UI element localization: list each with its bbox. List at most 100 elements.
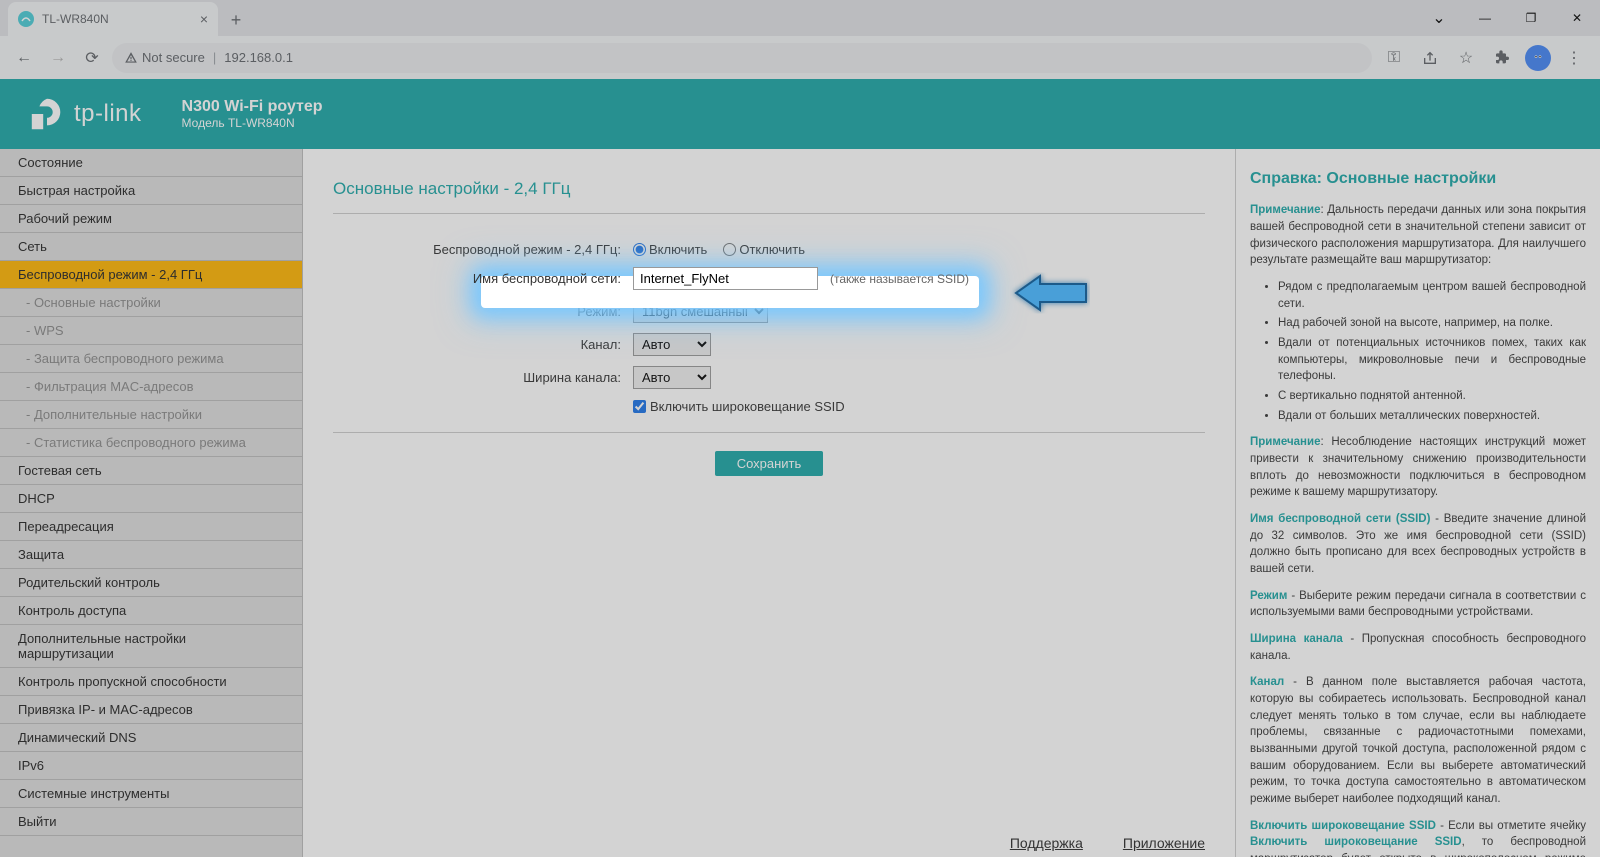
maximize-button[interactable]: ❐: [1508, 2, 1554, 34]
footer-links: Поддержка Приложение: [1010, 835, 1205, 851]
minimize-button[interactable]: —: [1462, 2, 1508, 34]
sidebar-item[interactable]: Рабочий режим: [0, 205, 302, 233]
help-ssid: Имя беспроводной сети (SSID) - Введите з…: [1250, 511, 1586, 578]
help-channel: Канал - В данном поле выставляется рабоч…: [1250, 674, 1586, 807]
support-link[interactable]: Поддержка: [1010, 835, 1083, 851]
help-tip-item: С вертикально поднятой антенной.: [1278, 388, 1586, 405]
sidebar-item[interactable]: - Дополнительные настройки: [0, 401, 302, 429]
sidebar-item[interactable]: Переадресация: [0, 513, 302, 541]
label-wireless-mode: Беспроводной режим - 2,4 ГГц:: [333, 242, 633, 257]
sidebar-item[interactable]: Дополнительные настройки маршрутизации: [0, 625, 302, 668]
sidebar-item[interactable]: Беспроводной режим - 2,4 ГГц: [0, 261, 302, 289]
help-tips-list: Рядом с предполагаемым центром вашей бес…: [1250, 279, 1586, 424]
app-link[interactable]: Приложение: [1123, 835, 1205, 851]
sidebar: СостояниеБыстрая настройкаРабочий режимС…: [0, 149, 303, 857]
tab-title: TL-WR840N: [42, 12, 109, 26]
help-tip-item: Вдали от потенциальных источников помех,…: [1278, 335, 1586, 385]
menu-icon[interactable]: ⋮: [1558, 42, 1590, 74]
divider: [333, 213, 1205, 214]
not-secure-badge: Not secure: [124, 50, 205, 65]
header-title: N300 Wi-Fi роутер Модель TL-WR840N: [182, 98, 323, 130]
sidebar-item[interactable]: - Фильтрация MAC-адресов: [0, 373, 302, 401]
help-tip-item: Вдали от больших металлических поверхнос…: [1278, 408, 1586, 425]
label-ssid: Имя беспроводной сети:: [333, 271, 633, 286]
warning-icon: [124, 51, 138, 65]
forward-button[interactable]: →: [44, 44, 72, 72]
help-tip-item: Рядом с предполагаемым центром вашей бес…: [1278, 279, 1586, 312]
label-channel: Канал:: [333, 337, 633, 352]
chevron-down-icon[interactable]: ⌄: [1416, 2, 1462, 34]
width-select[interactable]: Авто: [633, 366, 711, 389]
sidebar-item[interactable]: - Статистика беспроводного режима: [0, 429, 302, 457]
key-icon[interactable]: ⚿: [1378, 42, 1410, 74]
help-width: Ширина канала - Пропускная способность б…: [1250, 631, 1586, 664]
row-channel: Канал: Авто: [333, 333, 1205, 356]
sidebar-item[interactable]: Контроль пропускной способности: [0, 668, 302, 696]
help-bcast: Включить широковещание SSID - Если вы от…: [1250, 818, 1586, 857]
help-panel: Справка: Основные настройки Примечание: …: [1235, 149, 1600, 857]
divider: [333, 432, 1205, 433]
logo: tp-link: [28, 95, 142, 133]
channel-select[interactable]: Авто: [633, 333, 711, 356]
broadcast-checkbox[interactable]: Включить широковещание SSID: [633, 399, 845, 414]
share-icon[interactable]: [1414, 42, 1446, 74]
help-tip-item: Над рабочей зоной на высоте, например, н…: [1278, 315, 1586, 332]
close-icon[interactable]: ×: [200, 11, 208, 27]
sidebar-item[interactable]: Защита: [0, 541, 302, 569]
sidebar-item[interactable]: Выйти: [0, 808, 302, 836]
sidebar-item[interactable]: Системные инструменты: [0, 780, 302, 808]
router-header: tp-link N300 Wi-Fi роутер Модель TL-WR84…: [0, 79, 1600, 149]
window-controls: ⌄ — ❐ ✕: [1416, 0, 1600, 36]
star-icon[interactable]: ☆: [1450, 42, 1482, 74]
help-note2: Примечание: Несоблюдение настоящих инстр…: [1250, 434, 1586, 501]
product-title: N300 Wi-Fi роутер: [182, 98, 323, 116]
sidebar-item[interactable]: Привязка IP- и MAC-адресов: [0, 696, 302, 724]
label-mode: Режим:: [333, 304, 633, 319]
row-width: Ширина канала: Авто: [333, 366, 1205, 389]
close-window-button[interactable]: ✕: [1554, 2, 1600, 34]
row-wireless-mode: Беспроводной режим - 2,4 ГГц: Включить О…: [333, 242, 1205, 257]
sidebar-item[interactable]: DHCP: [0, 485, 302, 513]
url-input[interactable]: Not secure | 192.168.0.1: [112, 43, 1372, 73]
page-title: Основные настройки - 2,4 ГГц: [333, 179, 1205, 199]
sidebar-item[interactable]: Динамический DNS: [0, 724, 302, 752]
sidebar-item[interactable]: - WPS: [0, 317, 302, 345]
main-area: СостояниеБыстрая настройкаРабочий режимС…: [0, 149, 1600, 857]
sidebar-item[interactable]: Сеть: [0, 233, 302, 261]
arrow-callout-icon: [1010, 272, 1090, 317]
new-tab-button[interactable]: +: [222, 6, 250, 34]
tab-bar: TL-WR840N × + ⌄ — ❐ ✕: [0, 0, 1600, 36]
sidebar-item[interactable]: - Защита беспроводного режима: [0, 345, 302, 373]
url-text: 192.168.0.1: [224, 50, 293, 65]
reload-button[interactable]: ⟳: [78, 44, 106, 72]
extensions-icon[interactable]: [1486, 42, 1518, 74]
sidebar-item[interactable]: - Основные настройки: [0, 289, 302, 317]
product-model: Модель TL-WR840N: [182, 116, 323, 130]
radio-enable[interactable]: Включить: [633, 242, 707, 257]
radio-disable[interactable]: Отключить: [723, 242, 805, 257]
sidebar-item[interactable]: Контроль доступа: [0, 597, 302, 625]
sidebar-item[interactable]: Быстрая настройка: [0, 177, 302, 205]
help-title: Справка: Основные настройки: [1250, 167, 1586, 190]
content-panel: Основные настройки - 2,4 ГГц Беспроводно…: [303, 149, 1235, 857]
help-note1: Примечание: Дальность передачи данных ил…: [1250, 202, 1586, 269]
ssid-note: (также называется SSID): [830, 272, 969, 286]
back-button[interactable]: ←: [10, 44, 38, 72]
sidebar-item[interactable]: Гостевая сеть: [0, 457, 302, 485]
browser-tab[interactable]: TL-WR840N ×: [8, 2, 218, 36]
tplink-logo-icon: [28, 95, 66, 133]
sidebar-item[interactable]: IPv6: [0, 752, 302, 780]
address-bar: ← → ⟳ Not secure | 192.168.0.1 ⚿ ☆ ⋮: [0, 36, 1600, 79]
sidebar-item[interactable]: Состояние: [0, 149, 302, 177]
favicon-icon: [18, 11, 34, 27]
profile-icon[interactable]: [1522, 42, 1554, 74]
row-broadcast: Включить широковещание SSID: [333, 399, 1205, 414]
sidebar-item[interactable]: Родительский контроль: [0, 569, 302, 597]
mode-select[interactable]: 11bgn смешанный: [633, 300, 768, 323]
ssid-input[interactable]: [633, 267, 818, 290]
label-width: Ширина канала:: [333, 370, 633, 385]
logo-text: tp-link: [74, 100, 142, 128]
help-mode: Режим - Выберите режим передачи сигнала …: [1250, 588, 1586, 621]
save-button[interactable]: Сохранить: [715, 451, 824, 476]
browser-chrome: TL-WR840N × + ⌄ — ❐ ✕ ← → ⟳ Not secure |…: [0, 0, 1600, 79]
